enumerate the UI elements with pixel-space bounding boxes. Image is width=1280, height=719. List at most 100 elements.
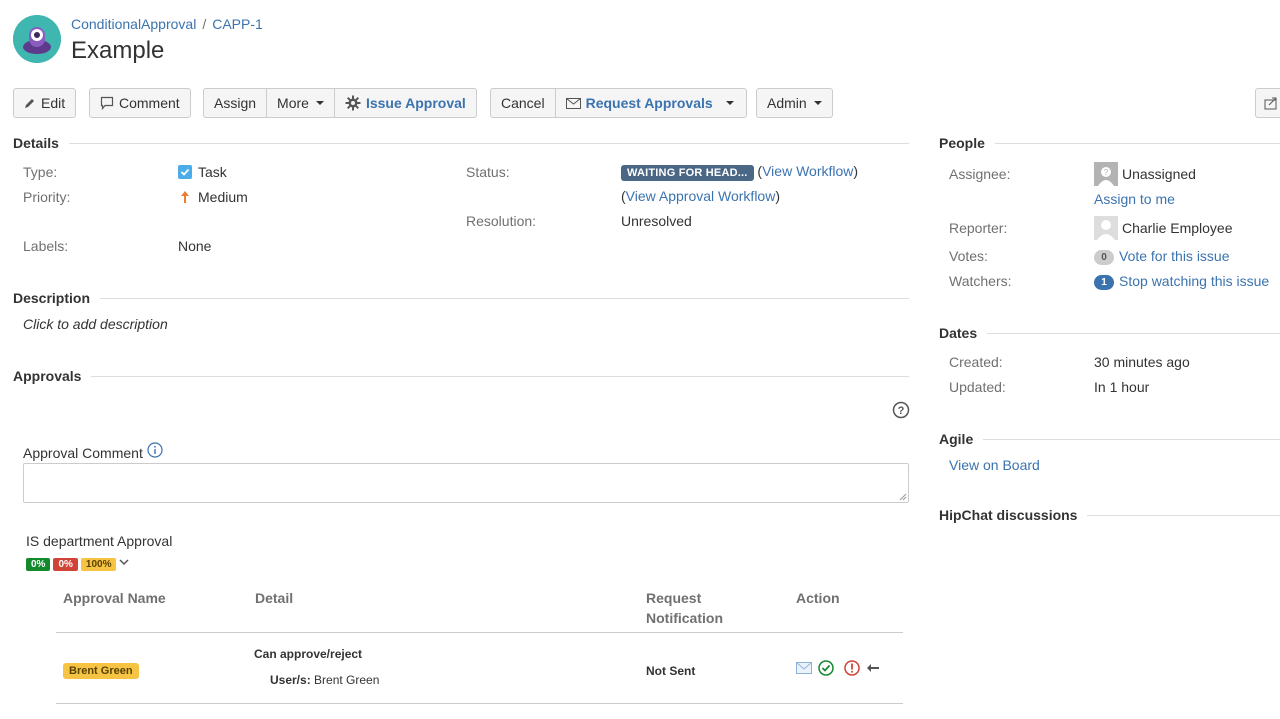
people-heading-text: People	[939, 135, 985, 151]
resolution-label: Resolution:	[466, 213, 537, 229]
project-avatar[interactable]	[13, 15, 61, 63]
column-header-action: Action	[796, 590, 840, 606]
chevron-down-icon[interactable]	[119, 558, 130, 566]
reporter-label: Reporter:	[949, 220, 1008, 236]
approve-check-icon[interactable]	[818, 660, 834, 676]
dates-heading-text: Dates	[939, 325, 978, 341]
divider	[983, 438, 1280, 440]
assignee-label: Assignee:	[949, 166, 1011, 182]
unassigned-avatar: ?	[1094, 162, 1118, 186]
watchers-count-badge: 1	[1094, 274, 1114, 290]
breadcrumb-project-link[interactable]: ConditionalApproval	[71, 16, 196, 32]
share-icon	[1264, 97, 1277, 110]
view-approval-workflow-link[interactable]: View Approval Workflow	[626, 188, 776, 204]
more-button[interactable]: More	[267, 88, 335, 118]
task-icon	[178, 165, 192, 179]
gear-icon	[345, 95, 361, 111]
assign-button-label: Assign	[214, 95, 257, 111]
request-approvals-button[interactable]: Request Approvals	[555, 88, 747, 118]
approval-comment-input[interactable]	[23, 463, 909, 503]
people-heading: People	[939, 135, 1280, 151]
approvals-heading-text: Approvals	[13, 368, 82, 384]
edit-button[interactable]: Edit	[13, 88, 77, 118]
envelope-icon[interactable]	[796, 662, 812, 674]
divider	[100, 297, 909, 299]
created-value: 30 minutes ago	[1094, 354, 1190, 370]
votes-label: Votes:	[949, 248, 988, 264]
type-label: Type:	[23, 164, 58, 180]
svg-text:?: ?	[1104, 168, 1109, 177]
avatar	[1094, 216, 1118, 240]
detail-title: Can approve/reject	[254, 647, 363, 661]
share-button[interactable]	[1255, 88, 1280, 118]
details-heading-text: Details	[13, 135, 59, 151]
view-on-board-link[interactable]: View on Board	[949, 457, 1040, 473]
chevron-down-icon	[315, 101, 324, 105]
breadcrumb-issue-link[interactable]: CAPP-1	[212, 16, 263, 32]
request-approvals-button-label: Request Approvals	[585, 95, 713, 111]
admin-button-label: Admin	[767, 95, 807, 111]
reply-arrow-icon[interactable]	[866, 663, 880, 673]
description-heading: Description	[13, 290, 909, 306]
comment-button[interactable]: Comment	[89, 88, 191, 118]
breadcrumb-separator: /	[202, 16, 207, 32]
admin-group: Admin	[756, 88, 833, 118]
edit-group: Edit	[13, 88, 77, 118]
paren-close: )	[775, 188, 781, 204]
table-row: Brent Green	[63, 661, 139, 679]
envelope-icon	[565, 97, 581, 109]
watch-link[interactable]: Stop watching this issue	[1119, 273, 1269, 289]
approver-lozenge[interactable]: Brent Green	[63, 663, 139, 679]
rejected-percent-badge: 0%	[53, 558, 78, 571]
status-lozenge: WAITING FOR HEAD...	[621, 165, 754, 181]
comment-group: Comment	[89, 88, 191, 118]
resize-handle-icon[interactable]	[899, 493, 907, 501]
resolution-value: Unresolved	[621, 213, 692, 229]
updated-label: Updated:	[949, 379, 1006, 395]
issue-approval-button[interactable]: Issue Approval	[334, 88, 477, 118]
view-workflow-link[interactable]: View Workflow	[762, 163, 853, 179]
watchers-label: Watchers:	[949, 273, 1012, 289]
info-icon[interactable]	[147, 442, 163, 458]
agile-heading: Agile	[939, 431, 1280, 447]
type-value: Task	[178, 164, 227, 180]
pencil-icon	[25, 99, 34, 108]
assignee-value[interactable]: ? Unassigned	[1094, 162, 1196, 186]
approved-percent-badge: 0%	[26, 558, 51, 571]
description-placeholder[interactable]: Click to add description	[23, 316, 168, 332]
detail-users-value: Brent Green	[314, 673, 380, 687]
paren-close: )	[853, 163, 859, 179]
priority-label: Priority:	[23, 189, 71, 205]
row-actions	[796, 660, 880, 676]
vote-link[interactable]: Vote for this issue	[1119, 248, 1230, 264]
cancel-button[interactable]: Cancel	[490, 88, 556, 118]
workflow-group: Assign More Issue Approval	[203, 88, 477, 118]
page-title[interactable]: Example	[71, 37, 164, 65]
approval-percentages[interactable]: 0% 0% 100%	[26, 558, 130, 571]
notification-status: Not Sent	[646, 664, 696, 678]
status-value: WAITING FOR HEAD... (View Workflow)	[621, 163, 858, 181]
edit-button-label: Edit	[41, 95, 66, 111]
reporter-value[interactable]: Charlie Employee	[1094, 216, 1233, 240]
assign-to-me-link[interactable]: Assign to me	[1094, 191, 1175, 207]
comment-button-label: Comment	[119, 95, 180, 111]
labels-value[interactable]: None	[178, 238, 211, 254]
dates-heading: Dates	[939, 325, 1280, 341]
type-value-text: Task	[198, 164, 227, 180]
admin-button[interactable]: Admin	[756, 88, 833, 118]
assignee-value-text: Unassigned	[1122, 166, 1196, 182]
reject-exclamation-icon[interactable]	[844, 660, 860, 676]
votes-value: 0 Vote for this issue	[1094, 248, 1230, 265]
priority-value-text: Medium	[198, 189, 248, 205]
approval-workflow-row: (View Approval Workflow)	[621, 188, 780, 204]
updated-value: In 1 hour	[1094, 379, 1150, 395]
help-icon[interactable]: ?	[892, 401, 910, 422]
divider	[68, 142, 909, 144]
hipchat-heading-text: HipChat discussions	[939, 507, 1078, 523]
column-header-detail: Detail	[255, 590, 294, 606]
pending-percent-badge: 100%	[80, 558, 117, 571]
approval-group: Cancel Request Approvals	[490, 88, 747, 118]
divider	[56, 632, 903, 633]
assign-button[interactable]: Assign	[203, 88, 268, 118]
detail-users: User/s: Brent Green	[270, 673, 379, 687]
